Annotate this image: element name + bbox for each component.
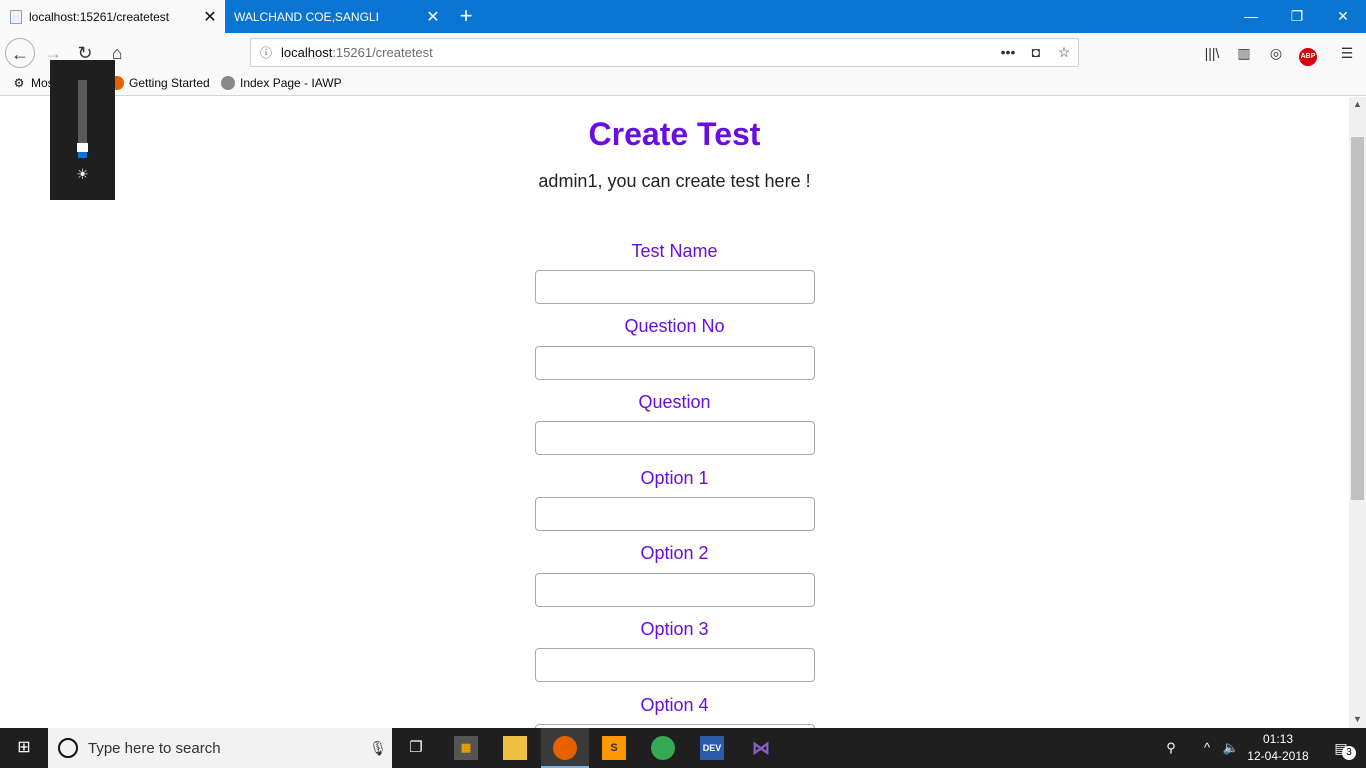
url-path: :15261/createtest [332,45,433,60]
globe-icon [221,76,235,90]
back-button[interactable]: ← [5,38,35,68]
store-icon[interactable]: ▦ [442,728,490,768]
task-view-icon[interactable]: ❐ [392,728,440,768]
tab-title: localhost:15261/createtest [29,9,170,24]
brightness-level-fill [78,152,87,158]
people-icon[interactable]: ⚲ [1158,728,1184,768]
test-name-label: Test Name [631,241,718,261]
tray-chevron-icon[interactable]: ^ [1196,728,1218,768]
info-icon[interactable]: ⓘ [251,44,281,61]
bookmark-star-icon[interactable]: ☆ [1051,39,1077,66]
question-no-label: Question No [624,316,725,336]
brightness-slider-knob[interactable] [77,143,88,152]
menu-icon[interactable]: ☰ [1332,38,1362,68]
taskbar: ⊞ Type here to search 🎙 ❐ ▦ S DEV ⋈ ⚲ ^ … [0,728,1366,768]
bookmark-label: Getting Started [129,76,210,90]
brightness-sun-icon: ☀ [76,166,89,182]
close-window-button[interactable]: ✕ [1320,0,1366,33]
tab-walchand[interactable]: WALCHAND COE,SANGLI ✕ [226,0,448,33]
sublime-text-icon[interactable]: S [590,728,638,768]
adblock-icon[interactable]: ABP [1293,38,1323,68]
nav-bar: ← → ↻ ⌂ ⓘ localhost:15261/createtest •••… [0,33,1366,73]
question-input[interactable] [535,421,815,455]
clock-date: 12-04-2018 [1247,749,1309,763]
minimize-button[interactable]: — [1228,0,1274,33]
option-2-label: Option 2 [640,543,709,563]
gear-icon: ⚙ [13,76,25,90]
restore-button[interactable]: ❐ [1274,0,1320,33]
sidebar-icon[interactable]: ▥ [1229,38,1259,68]
page-subtitle: admin1, you can create test here ! [538,171,811,191]
taskbar-clock[interactable]: 01:13 12-04-2018 [1246,731,1310,765]
option-3-input[interactable] [535,648,815,682]
question-no-input[interactable] [535,346,815,380]
option-1-input[interactable] [535,497,815,531]
chrome-icon[interactable] [639,728,687,768]
clock-time: 01:13 [1262,732,1294,746]
tab-bar: localhost:15261/createtest ✕ WALCHAND CO… [0,0,1366,33]
page-title: Create Test [588,116,761,152]
tab-createtest[interactable]: localhost:15261/createtest ✕ [0,0,225,33]
option-1-label: Option 1 [640,468,709,488]
scroll-up-icon[interactable]: ▲ [1349,99,1366,109]
bookmark-index-page[interactable]: Index Page - IAWP [221,76,342,90]
page-actions-icon[interactable]: ••• [995,39,1021,66]
scroll-down-icon[interactable]: ▼ [1349,714,1366,724]
page-content: Create Test admin1, you can create test … [0,97,1349,728]
visual-studio-icon[interactable]: ⋈ [737,728,785,768]
url-bar[interactable]: ⓘ localhost:15261/createtest ••• ◘ ☆ [250,38,1079,67]
bookmark-getting-started[interactable]: Getting Started [110,76,210,90]
dev-cpp-icon[interactable]: DEV [688,728,736,768]
option-4-label: Option 4 [640,695,709,715]
url-host: localhost [281,45,333,60]
microphone-icon[interactable]: 🎙 [364,740,392,757]
library-icon[interactable]: |||\ [1197,38,1227,68]
close-tab-icon[interactable]: ✕ [195,7,225,27]
tab-title: WALCHAND COE,SANGLI [234,9,379,24]
start-button[interactable]: ⊞ [0,728,48,768]
sync-icon[interactable]: ◎ [1261,38,1291,68]
notification-center-icon[interactable]: ▤ 3 [1318,728,1364,768]
volume-icon[interactable]: 🔈 [1220,728,1242,768]
option-2-input[interactable] [535,573,815,607]
file-explorer-icon[interactable] [491,728,539,768]
search-placeholder: Type here to search [88,739,221,757]
page-icon [10,9,22,24]
page-scrollbar[interactable]: ▲ ▼ [1349,97,1366,728]
question-label: Question [638,392,711,412]
close-tab-icon[interactable]: ✕ [418,7,448,27]
scrollbar-thumb[interactable] [1351,137,1364,500]
pocket-icon[interactable]: ◘ [1023,39,1049,66]
bookmark-label: Index Page - IAWP [240,76,342,90]
taskbar-search-box[interactable]: Type here to search 🎙 [48,728,392,768]
test-name-input[interactable] [535,270,815,304]
option-3-label: Option 3 [640,619,709,639]
brightness-overlay: ☀ [50,60,115,200]
notification-count: 3 [1342,746,1356,760]
cortana-icon [58,738,78,758]
new-tab-button[interactable]: + [452,0,480,33]
bookmarks-bar: ⚙ Most Visited Getting Started Index Pag… [0,73,1366,96]
firefox-taskbar-icon[interactable] [541,728,589,768]
